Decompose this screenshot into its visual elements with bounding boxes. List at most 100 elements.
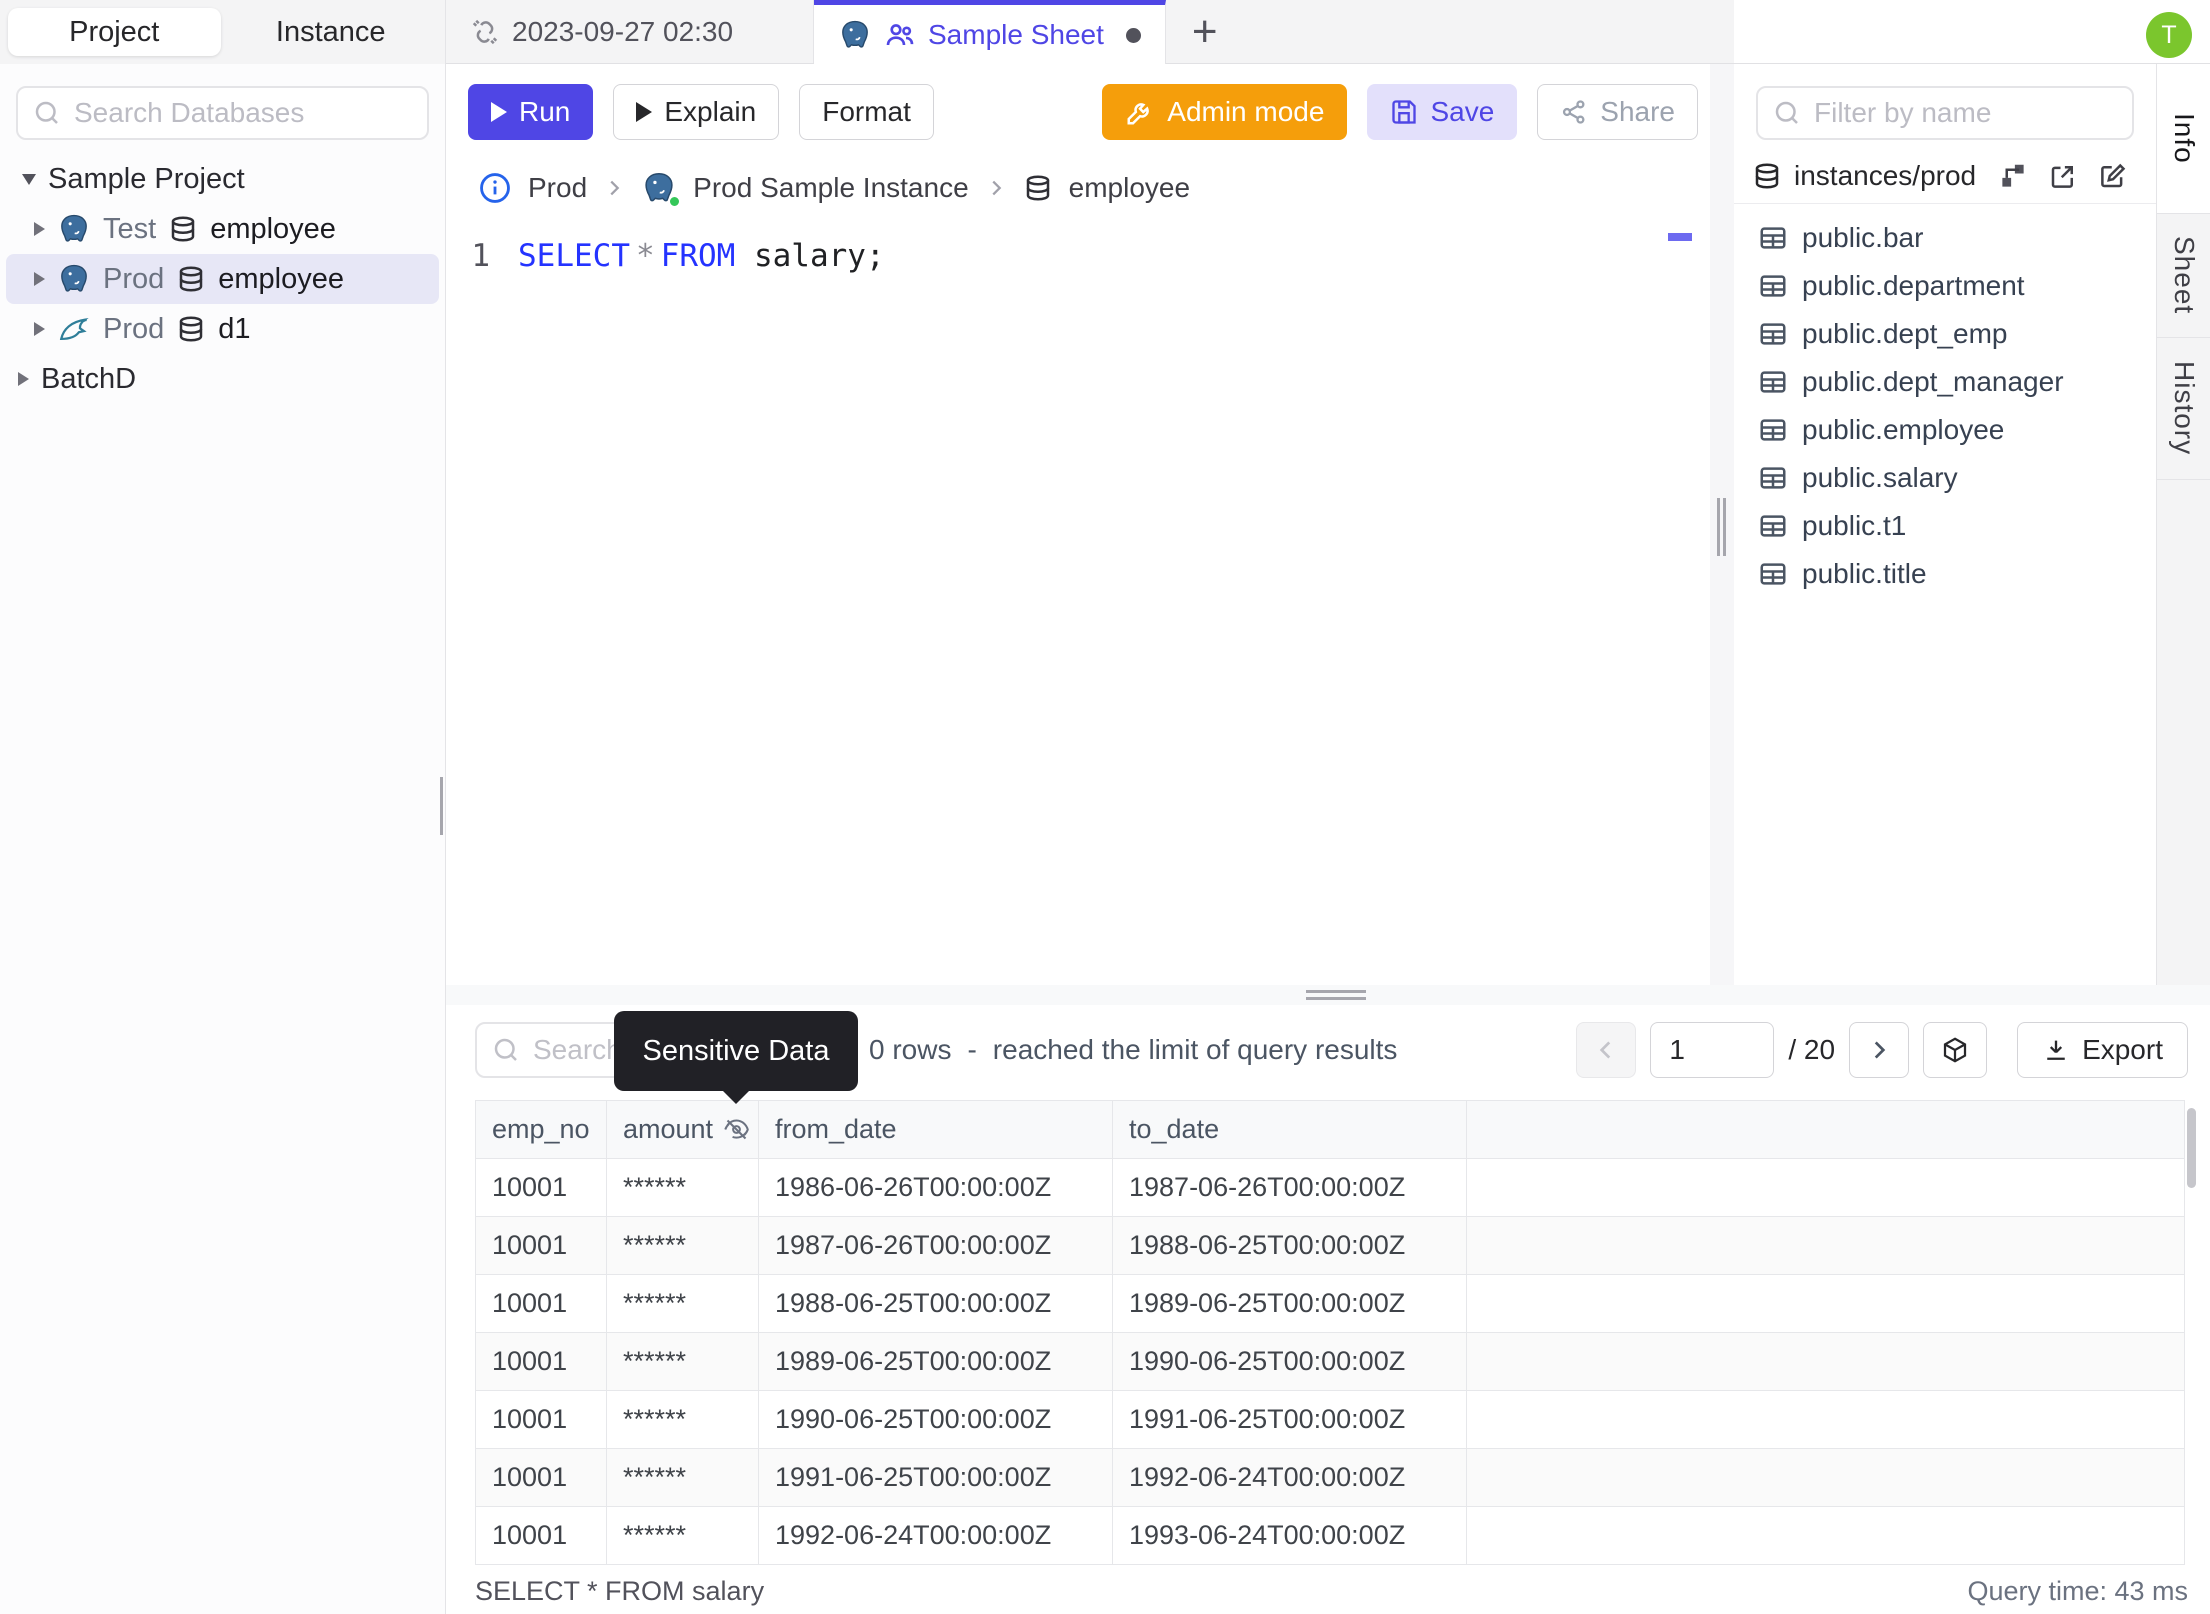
- filter-box[interactable]: [1756, 86, 2134, 140]
- eye-off-icon[interactable]: [723, 1116, 750, 1143]
- caret-right-icon[interactable]: [18, 372, 29, 386]
- vertical-scrollbar[interactable]: [2187, 1108, 2196, 1188]
- sheet-tab-sample-sheet[interactable]: Sample Sheet: [814, 0, 1166, 65]
- table-list-item[interactable]: public.dept_emp: [1734, 310, 2156, 358]
- table-name: public.t1: [1802, 510, 1907, 541]
- rows-count: 0 rows: [869, 1034, 952, 1065]
- share-icon: [1563, 100, 1585, 124]
- cell: 10001: [476, 1217, 607, 1275]
- search-databases-input[interactable]: [74, 97, 413, 129]
- rows-info: 0 rows - reached the limit of query resu…: [869, 1034, 1397, 1066]
- results-panel: 0 rows - reached the limit of query resu…: [446, 1005, 2210, 1614]
- chevron-right-icon: [610, 180, 620, 196]
- cell: ******: [607, 1391, 759, 1449]
- tree-db-prod-d1[interactable]: Prod d1: [0, 304, 445, 354]
- cell: ******: [607, 1159, 759, 1217]
- rows-separator: -: [967, 1034, 977, 1065]
- tree-project-batchd[interactable]: BatchD: [0, 354, 445, 404]
- tab-sheet[interactable]: Sheet: [2157, 214, 2210, 338]
- cell: ******: [607, 1449, 759, 1507]
- caret-right-icon[interactable]: [34, 322, 45, 336]
- table-icon: [1760, 275, 1786, 297]
- table-name: public.employee: [1802, 414, 2005, 445]
- breadcrumb-database[interactable]: employee: [1069, 172, 1190, 204]
- prev-page-button[interactable]: [1576, 1022, 1637, 1078]
- cube-icon: [1943, 1037, 1967, 1063]
- data-masking-button[interactable]: [1923, 1022, 1988, 1078]
- admin-mode-label: Admin mode: [1167, 96, 1325, 127]
- filter-by-name-input[interactable]: [1814, 97, 2118, 129]
- table-list-item[interactable]: public.employee: [1734, 406, 2156, 454]
- column-header: from_date: [759, 1101, 1113, 1159]
- column-header-filler: [1467, 1101, 2185, 1159]
- new-tab-button[interactable]: +: [1192, 9, 1218, 54]
- next-page-button[interactable]: [1849, 1022, 1910, 1078]
- database-search[interactable]: [16, 86, 429, 140]
- caret-down-icon[interactable]: [22, 173, 36, 185]
- sql-editor-app: Project Instance Sample Project Test emp…: [0, 0, 2210, 1614]
- sidebar-resize-handle[interactable]: [440, 777, 443, 835]
- run-label: Run: [519, 96, 571, 127]
- format-label: Format: [822, 96, 911, 127]
- results-splitter[interactable]: [446, 985, 2210, 1005]
- save-button[interactable]: Save: [1367, 84, 1518, 140]
- right-panel-splitter[interactable]: [1710, 64, 1734, 985]
- sheet-tab-history[interactable]: 2023-09-27 02:30: [446, 0, 814, 63]
- cell-filler: [1467, 1391, 2185, 1449]
- table-list-item[interactable]: public.department: [1734, 262, 2156, 310]
- environment-label: Prod: [103, 262, 165, 295]
- tree-db-test-employee[interactable]: Test employee: [0, 204, 445, 254]
- table-list-item[interactable]: public.salary: [1734, 454, 2156, 502]
- tab-instance[interactable]: Instance: [225, 8, 438, 56]
- export-label: Export: [2082, 1034, 2163, 1065]
- side-tab-strip: Info Sheet History: [2156, 64, 2210, 985]
- edit-icon[interactable]: [2098, 161, 2128, 191]
- cell: 1988-06-25T00:00:00Z: [759, 1275, 1113, 1333]
- share-button[interactable]: Share: [1537, 84, 1698, 140]
- environment-label: Prod: [103, 312, 165, 345]
- table-list-item[interactable]: public.bar: [1734, 214, 2156, 262]
- tab-project[interactable]: Project: [8, 8, 221, 56]
- cell: ******: [607, 1275, 759, 1333]
- table-icon: [1760, 563, 1786, 585]
- tab-info[interactable]: Info: [2157, 64, 2210, 214]
- sheet-tab-bar: 2023-09-27 02:30 Sample Sheet +: [446, 0, 1734, 65]
- table-list-item[interactable]: public.title: [1734, 550, 2156, 598]
- cell: 1988-06-25T00:00:00Z: [1113, 1217, 1467, 1275]
- download-icon: [2047, 1040, 2065, 1060]
- cell: 10001: [476, 1391, 607, 1449]
- breadcrumb-environment[interactable]: Prod: [528, 172, 587, 204]
- page-number-input[interactable]: [1650, 1022, 1775, 1078]
- database-icon: [171, 216, 195, 242]
- explain-button[interactable]: Explain: [613, 84, 780, 140]
- avatar[interactable]: T: [2146, 12, 2192, 58]
- postgresql-icon: [61, 264, 87, 292]
- search-icon: [35, 101, 58, 124]
- tab-history[interactable]: History: [2157, 338, 2210, 480]
- caret-right-icon[interactable]: [34, 272, 45, 286]
- export-button[interactable]: Export: [2017, 1022, 2188, 1078]
- run-button[interactable]: Run: [468, 84, 594, 140]
- tree-db-prod-employee[interactable]: Prod employee: [6, 254, 439, 304]
- project-label: Sample Project: [48, 162, 245, 195]
- chevron-right-icon: [1874, 1041, 1886, 1059]
- table-list-item[interactable]: public.dept_manager: [1734, 358, 2156, 406]
- cell: 1987-06-26T00:00:00Z: [1113, 1159, 1467, 1217]
- format-button[interactable]: Format: [799, 84, 934, 140]
- cell-filler: [1467, 1275, 2185, 1333]
- table-name: public.title: [1802, 558, 1927, 589]
- cell: 1992-06-24T00:00:00Z: [1113, 1449, 1467, 1507]
- admin-mode-button[interactable]: Admin mode: [1102, 84, 1348, 140]
- breadcrumb-instance[interactable]: Prod Sample Instance: [693, 172, 969, 204]
- sql-editor[interactable]: 1 SELECT * FROM salary;: [446, 216, 1710, 985]
- table-list-item[interactable]: public.t1: [1734, 502, 2156, 550]
- table-row: 10001 ****** 1992-06-24T00:00:00Z 1993-0…: [476, 1507, 2185, 1565]
- info-icon[interactable]: [478, 171, 512, 205]
- tree-project-sample[interactable]: Sample Project: [0, 154, 445, 204]
- column-header: amount: [607, 1101, 759, 1159]
- instance-icon-wrap: [641, 170, 682, 208]
- caret-right-icon[interactable]: [34, 222, 45, 236]
- external-link-icon[interactable]: [2048, 161, 2078, 191]
- breadcrumb: Prod Prod Sample Instance employee: [446, 160, 1710, 216]
- schema-diagram-icon[interactable]: [1998, 161, 2028, 191]
